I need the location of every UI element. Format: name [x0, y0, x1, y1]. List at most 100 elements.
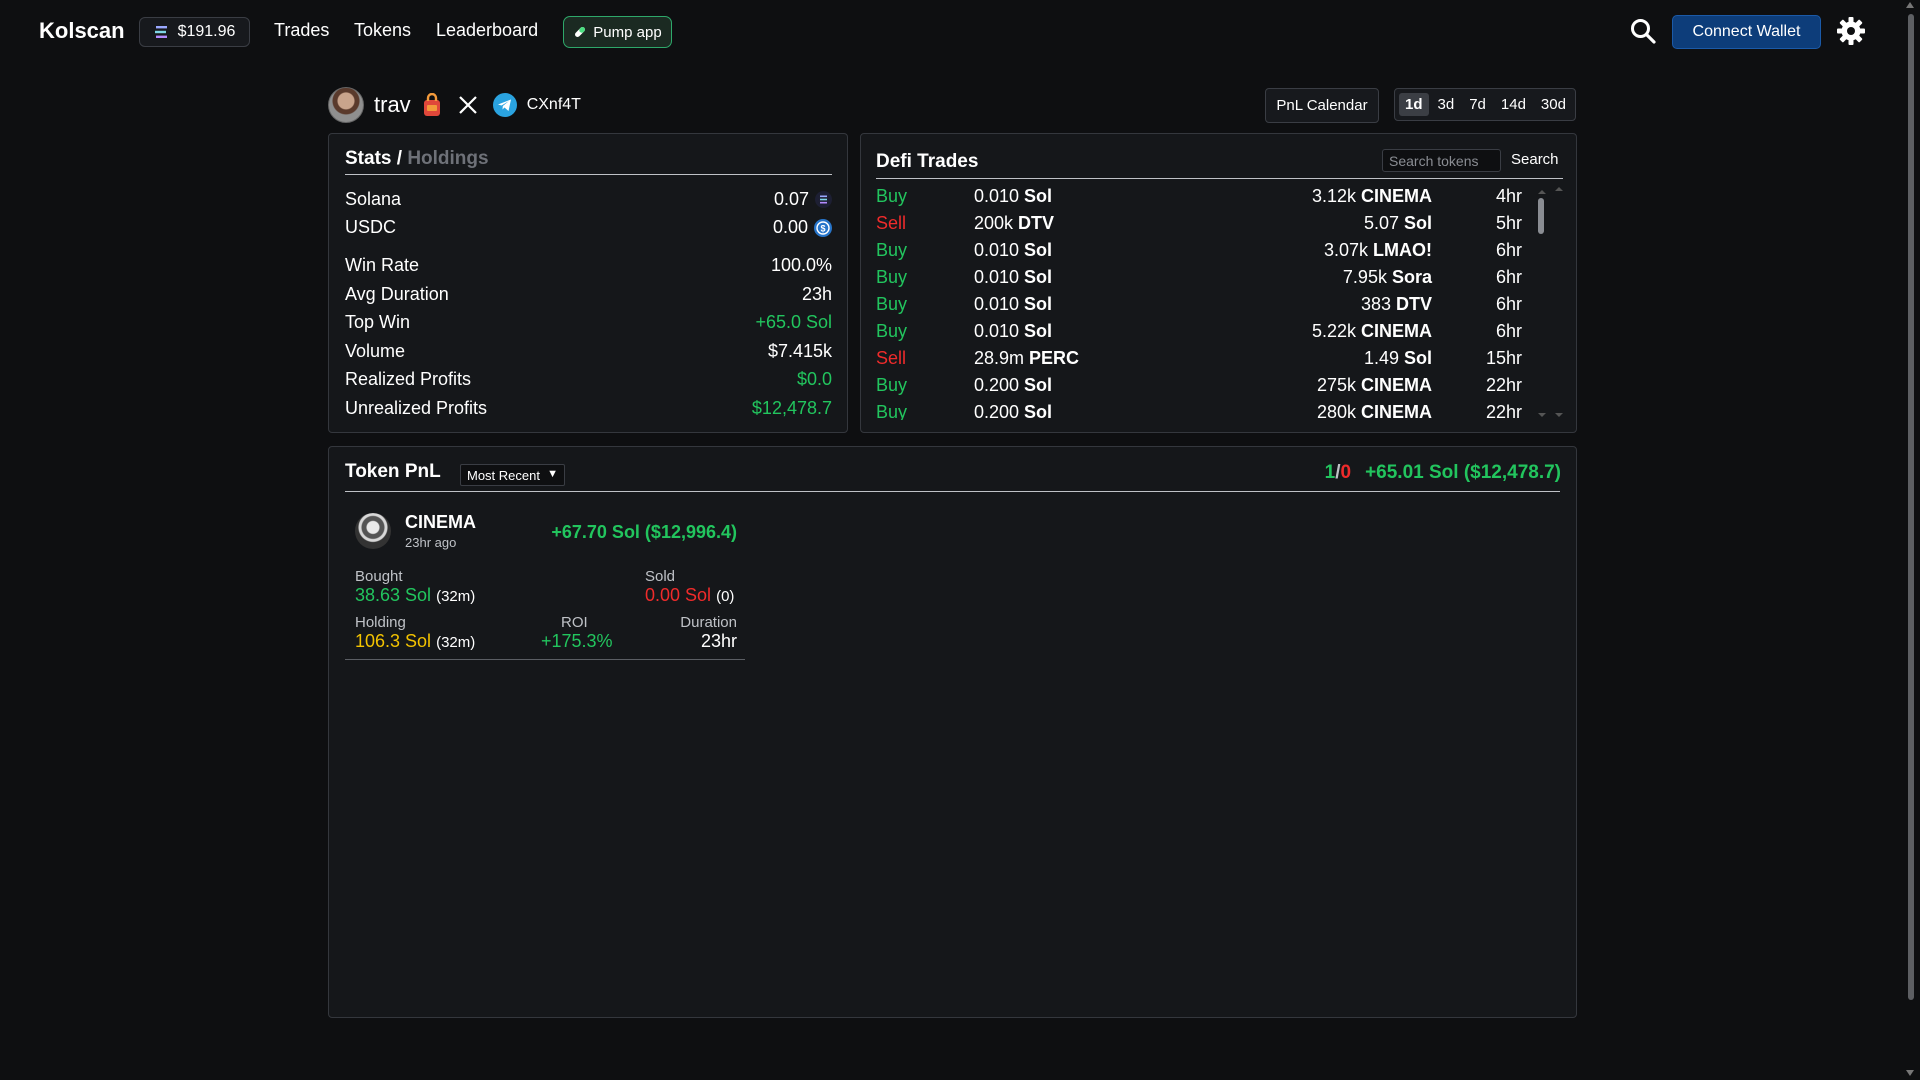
trade-left-token[interactable]: Sol	[1024, 294, 1052, 314]
trade-right-token[interactable]: CINEMA	[1361, 375, 1432, 395]
trade-side: Buy	[876, 402, 908, 420]
holding-amount: 106.3 Sol	[355, 631, 432, 651]
trade-left-amount: 0.200 Sol	[974, 375, 1052, 396]
balance-row-solana: Solana 0.07	[345, 189, 832, 210]
token-logo	[355, 513, 391, 549]
brand-logo[interactable]: Kolscan	[39, 18, 125, 44]
trade-right-amount: 1.49 Sol	[1364, 348, 1432, 369]
trade-right-token[interactable]: Sol	[1404, 213, 1432, 233]
bought-amount: 38.63 Sol	[355, 585, 432, 605]
trade-row[interactable]: Buy 0.200 Sol 280k CINEMA 22hr	[876, 402, 1530, 420]
range-7d[interactable]: 7d	[1463, 93, 1492, 116]
nav-link-leaderboard[interactable]: Leaderboard	[436, 20, 538, 41]
trade-left-token[interactable]: Sol	[1024, 267, 1052, 287]
nav-link-tokens[interactable]: Tokens	[354, 20, 411, 41]
range-3d[interactable]: 3d	[1432, 93, 1461, 116]
stat-label: Win Rate	[345, 255, 420, 275]
solana-icon	[815, 191, 832, 208]
stat-value: $0.0	[796, 369, 832, 389]
trade-right-token[interactable]: Sora	[1392, 267, 1432, 287]
trade-left-token[interactable]: Sol	[1024, 402, 1052, 420]
token-name: CINEMA	[405, 512, 476, 532]
x-icon[interactable]	[458, 96, 477, 114]
token-time: 23hr ago	[405, 535, 457, 550]
trade-age: 15hr	[1485, 348, 1522, 368]
pill-icon	[575, 27, 586, 37]
trade-side: Buy	[876, 267, 908, 287]
search-tokens-button[interactable]: Search	[1511, 151, 1559, 168]
trade-right-amount: 5.22k CINEMA	[1312, 321, 1432, 342]
trade-left-number: 200k	[974, 213, 1014, 233]
trade-left-token[interactable]: Sol	[1024, 186, 1052, 206]
trade-right-token[interactable]: Sol	[1404, 348, 1432, 368]
page-scrollbar[interactable]	[1900, 0, 1920, 1080]
holding-sub: (32m)	[436, 634, 476, 651]
sort-dropdown[interactable]: Most Recent ▼	[460, 464, 565, 486]
stat-value: $7.415k	[767, 341, 832, 361]
trade-row[interactable]: Buy 0.010 Sol 3.12k CINEMA 4hr	[876, 186, 1530, 213]
scroll-up-arrow[interactable]	[1906, 2, 1914, 8]
stat-row: Volume $7.415k	[345, 341, 832, 362]
token-pnl-title: Token PnL	[345, 461, 441, 482]
trade-right-token[interactable]: CINEMA	[1361, 321, 1432, 341]
range-1d[interactable]: 1d	[1399, 93, 1429, 116]
stats-tab[interactable]: Stats /	[345, 148, 402, 169]
trade-left-number: 0.010	[974, 240, 1020, 260]
trade-row[interactable]: Buy 0.010 Sol 5.22k CINEMA 6hr	[876, 321, 1530, 348]
trade-row[interactable]: Buy 0.010 Sol 7.95k Sora 6hr	[876, 267, 1530, 294]
trade-right-token[interactable]: LMAO!	[1373, 240, 1432, 260]
stat-value: +65.0 Sol	[755, 312, 832, 332]
sort-dropdown-value: Most Recent	[467, 467, 540, 483]
trade-left-token[interactable]: DTV	[1018, 213, 1054, 233]
trade-row[interactable]: Sell 200k DTV 5.07 Sol 5hr	[876, 213, 1530, 240]
defi-trades-title: Defi Trades	[876, 151, 979, 172]
trade-row[interactable]: Sell 28.9m PERC 1.49 Sol 15hr	[876, 348, 1530, 375]
scrollbar-thumb[interactable]	[1908, 14, 1914, 1000]
roi-value: +175.3%	[541, 631, 613, 651]
trade-side: Buy	[876, 186, 908, 206]
duration-value: 23hr	[700, 631, 737, 651]
settings-button[interactable]	[1836, 16, 1866, 46]
trade-right-amount: 3.07k LMAO!	[1324, 240, 1432, 261]
holdings-tab[interactable]: Holdings	[407, 148, 488, 169]
trade-row[interactable]: Buy 0.200 Sol 275k CINEMA 22hr	[876, 375, 1530, 402]
trade-right-token[interactable]: CINEMA	[1361, 186, 1432, 206]
trade-left-amount: 0.010 Sol	[974, 294, 1052, 315]
trade-row[interactable]: Buy 0.010 Sol 3.07k LMAO! 6hr	[876, 240, 1530, 267]
scroll-down-arrow[interactable]	[1906, 1070, 1914, 1076]
divider	[345, 659, 745, 660]
pump-app-button[interactable]: Pump app	[563, 16, 672, 48]
range-14d[interactable]: 14d	[1495, 93, 1532, 116]
trades-list[interactable]: Buy 0.010 Sol 3.12k CINEMA 4hr Sell 200k DTV 5.07…	[876, 186, 1530, 420]
bag-icon	[423, 93, 440, 116]
balance-value: 0.00 $	[773, 217, 832, 238]
trade-right-token[interactable]: DTV	[1396, 294, 1432, 314]
nav-link-trades[interactable]: Trades	[274, 20, 329, 41]
trade-left-token[interactable]: Sol	[1024, 375, 1052, 395]
search-tokens-input[interactable]	[1382, 149, 1501, 172]
trade-left-token[interactable]: Sol	[1024, 240, 1052, 260]
balance-amount: 0.07	[773, 189, 809, 209]
telegram-icon[interactable]	[492, 93, 517, 117]
divider	[345, 491, 1560, 492]
search-button[interactable]	[1629, 17, 1657, 45]
stat-label: Top Win	[345, 312, 411, 332]
trades-scrollbar[interactable]	[1536, 186, 1564, 420]
trade-age: 6hr	[1495, 294, 1522, 314]
wallet-address[interactable]: CXnf4T	[527, 96, 581, 114]
stat-label: Avg Duration	[345, 284, 449, 304]
trade-row[interactable]: Buy 0.010 Sol 383 DTV 6hr	[876, 294, 1530, 321]
sold-sub: (0)	[716, 588, 735, 605]
range-30d[interactable]: 30d	[1535, 93, 1572, 116]
token-pnl-panel: Token PnL Most Recent ▼ 1 / 0 +65.01 Sol…	[328, 446, 1577, 1018]
trade-left-number: 0.010	[974, 267, 1020, 287]
pnl-calendar-button[interactable]: PnL Calendar	[1265, 88, 1379, 123]
sol-price-badge[interactable]: $191.96	[139, 17, 250, 47]
trade-right-token[interactable]: CINEMA	[1361, 402, 1432, 420]
trade-left-token[interactable]: Sol	[1024, 321, 1052, 341]
duration-label: Duration	[680, 614, 737, 631]
token-card[interactable]: CINEMA 23hr ago +67.70 Sol ($12,996.4) B…	[345, 499, 745, 661]
bought-value: 38.63 Sol (32m)	[355, 585, 475, 606]
connect-wallet-button[interactable]: Connect Wallet	[1672, 15, 1821, 49]
trade-left-token[interactable]: PERC	[1029, 348, 1079, 368]
